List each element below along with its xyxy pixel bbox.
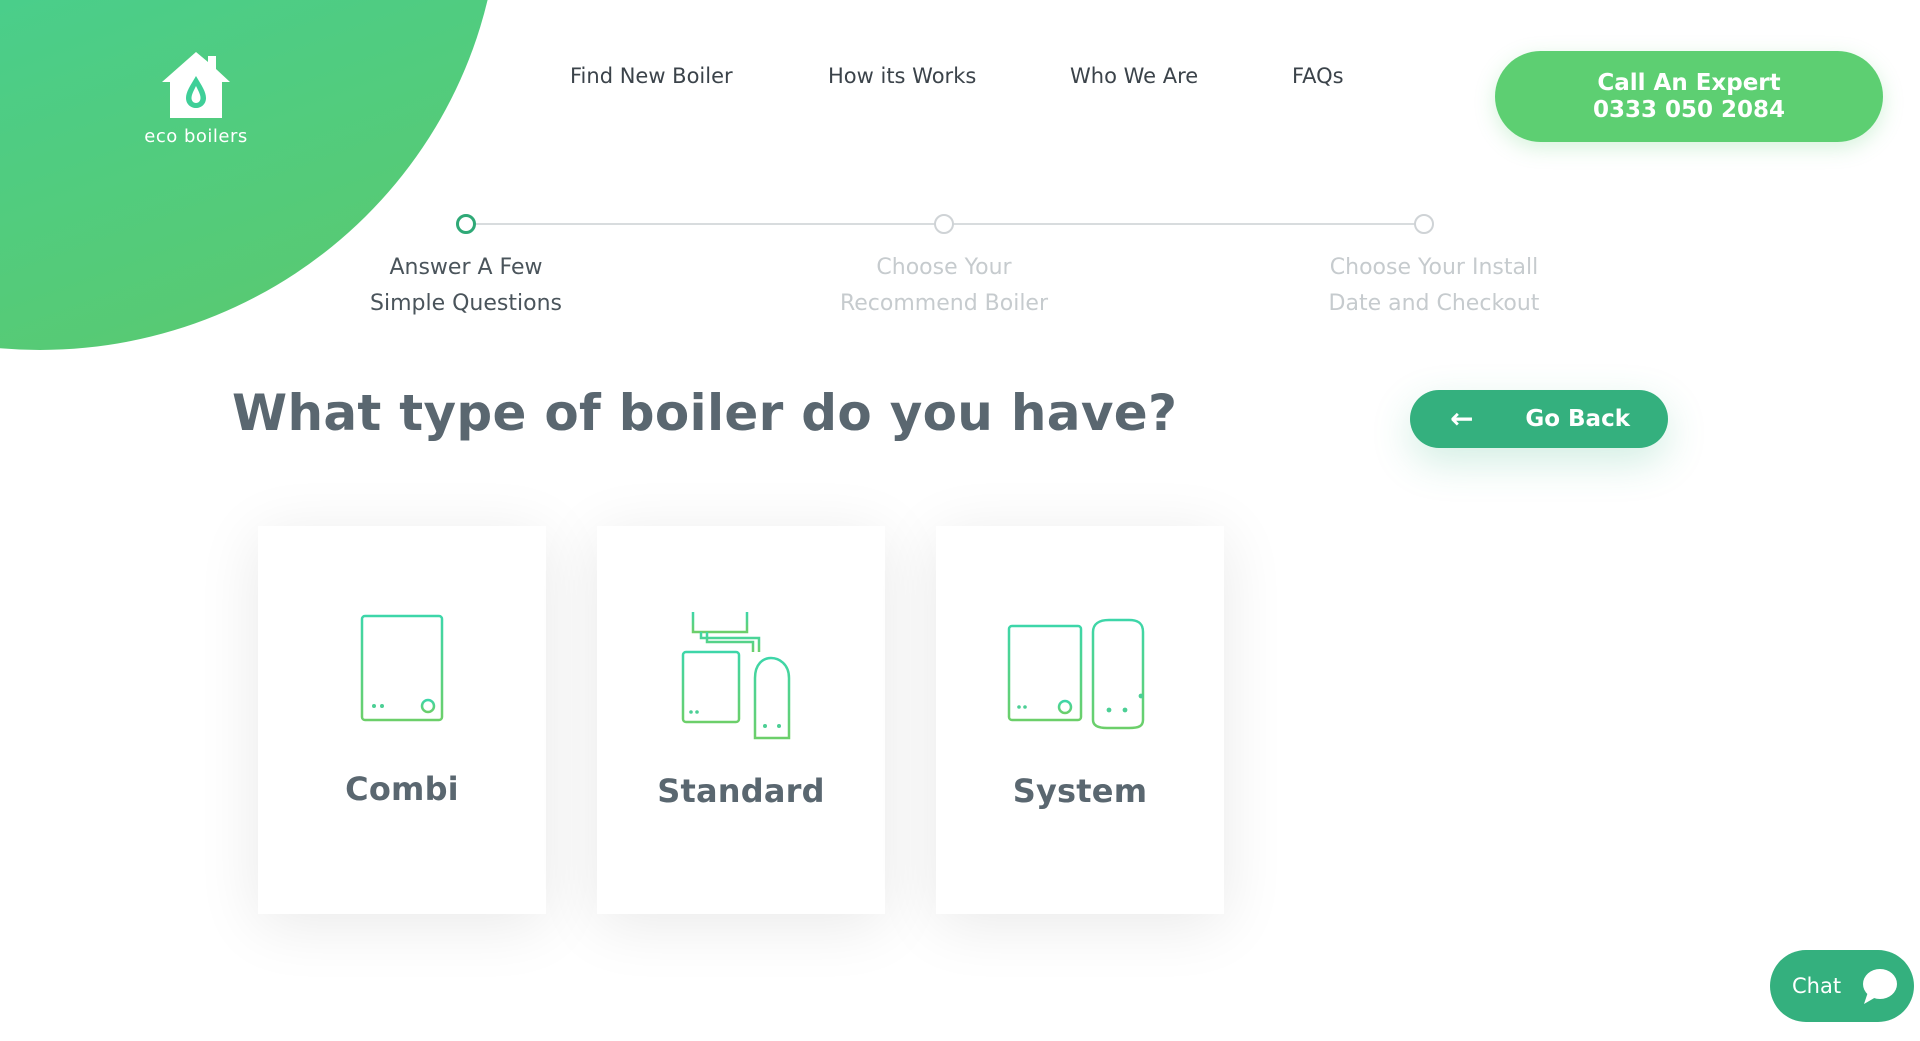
progress-steps xyxy=(456,214,1434,234)
call-expert-button[interactable]: Call An Expert 0333 050 2084 xyxy=(1495,51,1883,142)
nav-faqs[interactable]: FAQs xyxy=(1292,64,1344,88)
logo[interactable]: eco boilers xyxy=(132,48,260,147)
option-label-combi: Combi xyxy=(345,770,459,808)
option-label-system: System xyxy=(1012,772,1148,810)
house-drop-icon xyxy=(162,52,230,118)
go-back-label: Go Back xyxy=(1525,406,1630,432)
nav-who-we-are[interactable]: Who We Are xyxy=(1070,64,1198,88)
logo-text: eco boilers xyxy=(144,126,248,147)
option-card-standard[interactable]: Standard xyxy=(597,526,885,914)
nav-how-it-works[interactable]: How its Works xyxy=(828,64,976,88)
option-card-system[interactable]: System xyxy=(936,526,1224,914)
system-boiler-icon xyxy=(1007,608,1151,740)
step-3-dot xyxy=(1414,214,1434,234)
step-1-line2: Simple Questions xyxy=(370,291,562,316)
step-2-line2: Recommend Boiler xyxy=(839,291,1049,316)
chat-label: Chat xyxy=(1792,974,1842,998)
step-3-line1: Choose Your Install xyxy=(1329,255,1539,280)
step-3-label: Choose Your Install Date and Checkout xyxy=(1274,250,1594,322)
go-back-button[interactable]: ← Go Back xyxy=(1410,390,1668,448)
cta-label: Call An Expert xyxy=(1597,69,1781,96)
step-1-line1: Answer A Few xyxy=(389,255,543,280)
step-2-label: Choose Your Recommend Boiler xyxy=(784,250,1104,322)
standard-boiler-icon xyxy=(681,610,791,740)
step-2-dot xyxy=(934,214,954,234)
question-title: What type of boiler do you have? xyxy=(232,384,1178,442)
step-2-line1: Choose Your xyxy=(876,255,1012,280)
chat-bubble-icon xyxy=(1863,969,1897,1004)
page: eco boilers Find New Boiler How its Work… xyxy=(0,0,1920,1041)
cta-phone: 0333 050 2084 xyxy=(1592,96,1786,123)
option-label-standard: Standard xyxy=(657,772,825,810)
option-card-combi[interactable]: Combi xyxy=(258,526,546,914)
step-3-line2: Date and Checkout xyxy=(1328,291,1540,316)
step-1-label: Answer A Few Simple Questions xyxy=(306,250,626,322)
step-1-dot xyxy=(456,214,476,234)
nav-find-new-boiler[interactable]: Find New Boiler xyxy=(570,64,733,88)
chat-button[interactable]: Chat xyxy=(1770,950,1914,1022)
combi-boiler-icon xyxy=(360,614,444,738)
arrow-left-icon: ← xyxy=(1450,402,1474,435)
